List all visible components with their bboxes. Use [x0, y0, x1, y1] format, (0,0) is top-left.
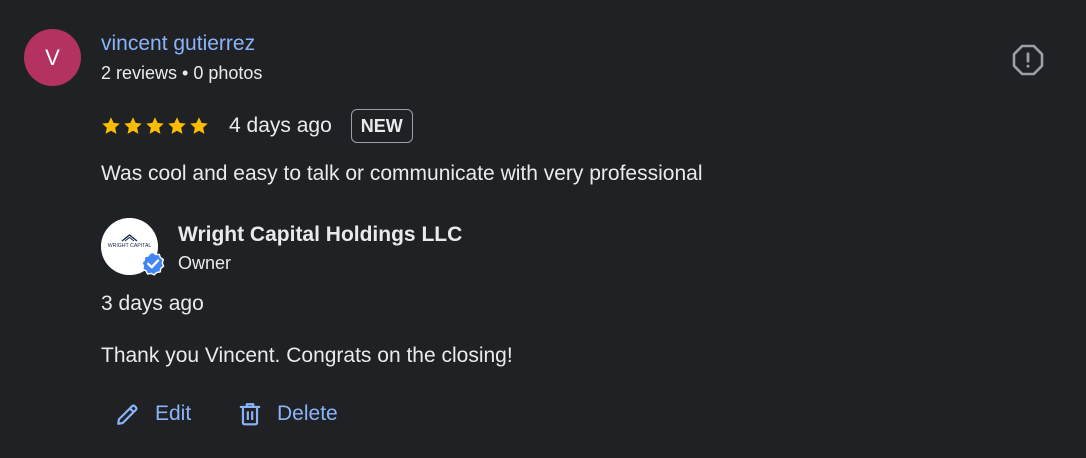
star-rating	[101, 116, 209, 136]
report-icon[interactable]	[1012, 44, 1044, 76]
reply-date: 3 days ago	[101, 292, 204, 315]
reviewer-name[interactable]: vincent gutierrez	[101, 31, 255, 57]
delete-label: Delete	[277, 402, 338, 425]
rating-row: 4 days ago NEW	[101, 107, 413, 145]
owner-role: Owner	[178, 253, 232, 273]
delete-button[interactable]: Delete	[237, 396, 338, 432]
star-icon	[124, 117, 142, 134]
verified-badge-icon	[141, 251, 165, 276]
edit-button[interactable]: Edit	[115, 396, 191, 432]
star-icon	[102, 117, 120, 134]
review-date: 4 days ago	[229, 114, 332, 137]
edit-label: Edit	[155, 402, 192, 425]
star-icon	[168, 117, 186, 134]
star-icon	[146, 117, 164, 134]
review-text: Was cool and easy to talk or communicate…	[101, 162, 703, 185]
owner-logo-text: WRIGHT CAPITAL	[108, 243, 152, 249]
trash-icon	[239, 403, 261, 426]
avatar-letter: V	[45, 44, 60, 70]
pencil-icon	[117, 404, 138, 425]
reply-text: Thank you Vincent. Congrats on the closi…	[101, 344, 513, 367]
owner-name: Wright Capital Holdings LLC	[178, 223, 463, 246]
reviewer-avatar[interactable]: V	[24, 29, 81, 86]
reviewer-meta: 2 reviews • 0 photos	[101, 63, 263, 83]
star-icon	[190, 117, 208, 134]
new-badge: NEW	[350, 109, 413, 143]
